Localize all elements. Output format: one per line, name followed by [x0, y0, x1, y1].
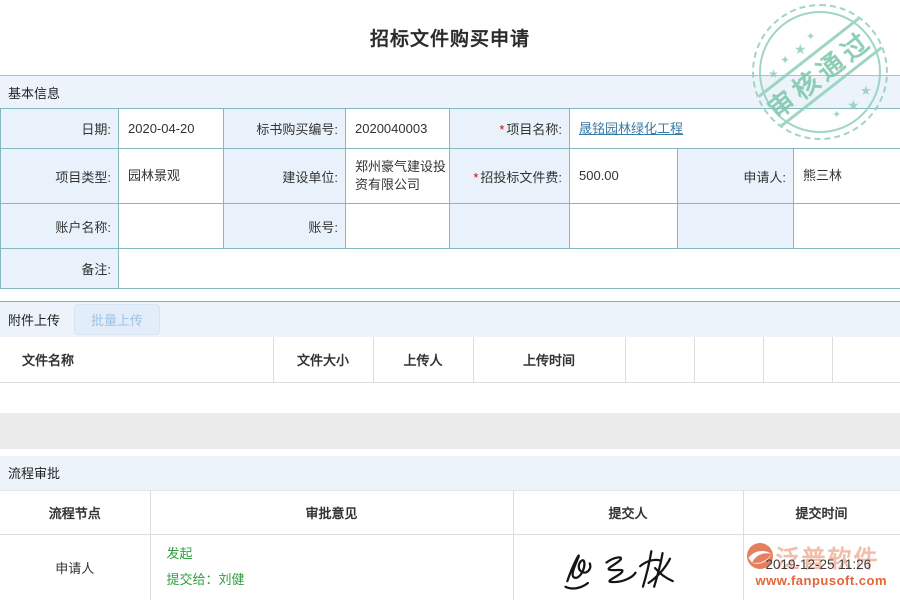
- section-attachment-label: 附件上传: [8, 310, 60, 329]
- required-asterisk: *: [499, 122, 504, 137]
- submitter-signature-cell: [513, 534, 743, 600]
- opinion-submit-to: 提交给：刘健: [167, 567, 513, 593]
- col-empty: [832, 337, 900, 382]
- flow-node-value: 申请人: [0, 534, 150, 600]
- col-empty: [763, 337, 832, 382]
- batch-upload-button[interactable]: 批量上传: [74, 304, 160, 335]
- account-name-value: [119, 204, 224, 249]
- col-empty: [694, 337, 763, 382]
- section-basic-label: 基本信息: [8, 83, 60, 102]
- build-unit-value: 郑州豪气建设投资有限公司: [346, 149, 450, 204]
- project-type-value: 园林景观: [119, 149, 224, 204]
- applicant-value: 熊三林: [794, 149, 900, 204]
- build-unit-label: 建设单位:: [224, 149, 346, 204]
- empty-label-cell: [678, 204, 794, 249]
- col-approval-opinion: 审批意见: [150, 490, 513, 534]
- project-name-cell: 晟铭园林绿化工程: [570, 109, 900, 149]
- section-approval-label: 流程审批: [8, 463, 60, 482]
- basic-info-table: 日期: 2020-04-20 标书购买编号: 2020040003 *项目名称:…: [0, 108, 900, 289]
- bid-doc-no-label: 标书购买编号:: [224, 109, 346, 149]
- vendor-url-text: www.fanpusoft.com: [756, 573, 888, 588]
- remark-label: 备注:: [1, 249, 119, 289]
- project-type-label: 项目类型:: [1, 149, 119, 204]
- opinion-action: 发起: [167, 541, 513, 567]
- approval-table: 流程节点 审批意见 提交人 提交时间 申请人 发起 提交给：刘健: [0, 490, 900, 600]
- row-date: 日期: 2020-04-20 标书购买编号: 2020040003 *项目名称:…: [1, 109, 900, 149]
- bid-doc-no-value: 2020040003: [346, 109, 450, 149]
- approval-row-applicant: 申请人 发起 提交给：刘健: [0, 534, 900, 600]
- col-flow-node: 流程节点: [0, 490, 150, 534]
- empty-label-cell: [450, 204, 570, 249]
- col-submitter: 提交人: [513, 490, 743, 534]
- attachment-empty-body: [0, 383, 900, 413]
- col-file-size: 文件大小: [273, 337, 373, 382]
- row-remark: 备注:: [1, 249, 900, 289]
- remark-value: [119, 249, 900, 289]
- project-name-label: *项目名称:: [450, 109, 570, 149]
- row-account: 账户名称: 账号:: [1, 204, 900, 249]
- approval-opinion-cell: 发起 提交给：刘健: [150, 534, 513, 600]
- bid-doc-fee-label: *招投标文件费:: [450, 149, 570, 204]
- required-asterisk: *: [473, 170, 478, 185]
- attachment-header-row: 文件名称 文件大小 上传人 上传时间: [0, 337, 900, 382]
- bid-doc-fee-value: 500.00: [570, 149, 678, 204]
- section-header-attachment: 附件上传 批量上传: [0, 301, 900, 337]
- section-header-basic-info: 基本信息: [0, 75, 900, 108]
- title-area: 招标文件购买申请: [0, 0, 900, 75]
- section-gap: [0, 413, 900, 449]
- signature-image: [558, 543, 698, 595]
- date-value: 2020-04-20: [119, 109, 224, 149]
- col-uploader: 上传人: [373, 337, 473, 382]
- page-title: 招标文件购买申请: [370, 24, 530, 51]
- project-name-link[interactable]: 晟铭园林绿化工程: [579, 121, 683, 136]
- account-no-label: 账号:: [224, 204, 346, 249]
- submit-time-value: 2019-12-25 11:26: [766, 557, 872, 572]
- attachment-table: 文件名称 文件大小 上传人 上传时间: [0, 337, 900, 383]
- submit-time-cell: 泛普软件 www.fanpusoft.com 2019-12-25 11:26: [743, 534, 900, 600]
- col-empty: [625, 337, 694, 382]
- section-header-approval: 流程审批: [0, 456, 900, 490]
- date-label: 日期:: [1, 109, 119, 149]
- col-upload-time: 上传时间: [473, 337, 625, 382]
- approval-header-row: 流程节点 审批意见 提交人 提交时间: [0, 490, 900, 534]
- col-file-name: 文件名称: [0, 337, 273, 382]
- applicant-label: 申请人:: [678, 149, 794, 204]
- bid-document-purchase-form: 招标文件购买申请 基本信息 日期: 2020-04-20 标书购买编号: 202…: [0, 0, 900, 600]
- empty-value-cell: [794, 204, 900, 249]
- spacer: [0, 449, 900, 456]
- account-no-value: [346, 204, 450, 249]
- spacer: [0, 289, 900, 301]
- account-name-label: 账户名称:: [1, 204, 119, 249]
- col-submit-time: 提交时间: [743, 490, 900, 534]
- row-project-type: 项目类型: 园林景观 建设单位: 郑州豪气建设投资有限公司 *招投标文件费: 5…: [1, 149, 900, 204]
- empty-value-cell: [570, 204, 678, 249]
